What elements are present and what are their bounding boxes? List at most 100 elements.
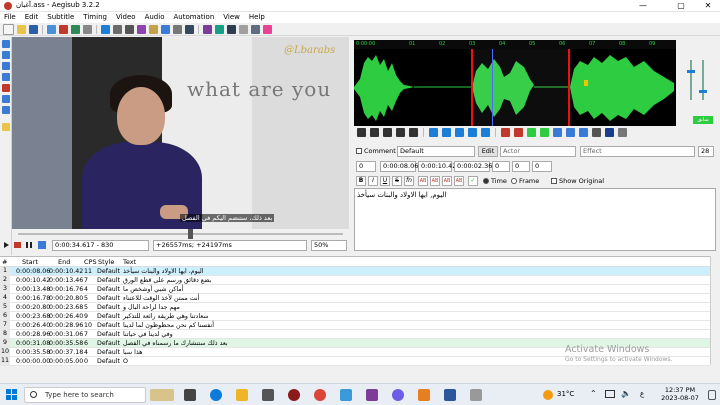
clip-tool-icon[interactable] — [2, 95, 10, 103]
audio-link-icon[interactable] — [618, 128, 627, 137]
table-row[interactable]: 6 0:00:23.68 0:00:26.40 9 Default سعادتنا وهي… — [0, 312, 710, 321]
taskbar-clock[interactable]: 12:37 PM 2023-08-07 — [660, 386, 700, 402]
find-icon[interactable] — [215, 24, 224, 34]
secondary-color-button[interactable]: AB — [430, 176, 440, 186]
duration-field[interactable]: 0:00:02.36 — [454, 161, 492, 172]
timing-postprocessor-icon[interactable] — [125, 24, 134, 34]
store-icon[interactable] — [262, 389, 274, 401]
file-explorer-icon[interactable] — [236, 389, 248, 401]
menu-edit[interactable]: Edit — [25, 12, 39, 23]
audio-next-icon[interactable] — [370, 128, 379, 137]
strikeout-button[interactable]: S — [392, 176, 402, 186]
video-editor-icon[interactable] — [366, 389, 378, 401]
notification-icon[interactable] — [708, 390, 716, 400]
kanji-timer-icon[interactable] — [137, 24, 146, 34]
volume-icon[interactable]: 🔈 — [621, 389, 631, 398]
audio-play-selection-icon[interactable] — [383, 128, 392, 137]
table-row[interactable]: 8 0:00:28.96 0:00:31.06 7 Default وفي لدينا ف… — [0, 330, 710, 339]
table-row[interactable]: 5 0:00:20.80 0:00:23.68 5 Default مهم جدا لرا… — [0, 303, 710, 312]
replace-icon[interactable] — [227, 24, 236, 34]
menu-view[interactable]: View — [223, 12, 240, 23]
margin-vertical-field[interactable]: 0 — [532, 161, 552, 172]
start-time-field[interactable]: 0:00:08.06 — [380, 161, 418, 172]
network-icon[interactable] — [605, 390, 615, 398]
selection-end-marker[interactable] — [568, 49, 570, 126]
edge-icon[interactable] — [210, 389, 222, 401]
word-icon[interactable] — [444, 389, 456, 401]
taskbar-weather-widget[interactable] — [150, 389, 174, 401]
menu-audio[interactable]: Audio — [145, 12, 165, 23]
standard-tool-icon[interactable] — [2, 40, 10, 48]
scale-tool-icon[interactable] — [2, 84, 10, 92]
chrome-icon[interactable] — [314, 389, 326, 401]
app-icon[interactable] — [470, 389, 482, 401]
vector-clip-icon[interactable] — [2, 106, 10, 114]
selection-start-marker[interactable] — [471, 49, 473, 126]
audio-autonext-icon[interactable] — [605, 128, 614, 137]
options-icon[interactable] — [251, 24, 260, 34]
minimize-button[interactable]: — — [632, 0, 654, 12]
actor-select[interactable]: Actor — [500, 146, 576, 157]
menu-subtitle[interactable]: Subtitle — [47, 12, 74, 23]
photos-icon[interactable] — [340, 389, 352, 401]
font-button[interactable]: fn — [404, 176, 414, 186]
effect-field[interactable]: Effect — [580, 146, 695, 157]
audio-play-begin-icon[interactable] — [455, 128, 464, 137]
comment-checkbox[interactable] — [356, 148, 362, 154]
layer-field[interactable]: 0 — [356, 161, 376, 172]
shift-times-icon[interactable] — [113, 24, 122, 34]
style-select[interactable]: Default — [397, 146, 475, 157]
margin-left-field[interactable]: 0 — [492, 161, 510, 172]
time-radio[interactable] — [483, 178, 489, 184]
margin-right-field[interactable]: 0 — [512, 161, 530, 172]
commit-check-icon[interactable]: ✓ — [468, 176, 478, 186]
audio-spectrum-icon[interactable] — [566, 128, 575, 137]
audio-lead-out-icon[interactable] — [514, 128, 523, 137]
help-icon[interactable] — [2, 123, 10, 131]
audio-volume-slider[interactable] — [702, 60, 704, 100]
attachments-icon[interactable] — [161, 24, 170, 34]
seek-thumb[interactable] — [188, 229, 193, 239]
zoom-select[interactable]: 50% — [311, 240, 347, 251]
menu-timing[interactable]: Timing — [83, 12, 107, 23]
tray-chevron-icon[interactable]: ⌃ — [590, 389, 597, 398]
menu-automation[interactable]: Automation — [173, 12, 214, 23]
open-audio-icon[interactable] — [71, 24, 80, 34]
menu-help[interactable]: Help — [249, 12, 265, 23]
audio-play-end-icon[interactable] — [468, 128, 477, 137]
pause-icon[interactable] — [26, 242, 32, 248]
italic-button[interactable]: I — [368, 176, 378, 186]
audio-commit-icon[interactable] — [527, 128, 536, 137]
move-tool-icon[interactable] — [2, 51, 10, 59]
audio-commit-button[interactable]: سابق — [693, 116, 713, 124]
audio-lead-in-icon[interactable] — [501, 128, 510, 137]
audio-zoom-slider[interactable] — [690, 60, 692, 100]
menu-video[interactable]: Video — [116, 12, 136, 23]
fonts-collector-icon[interactable] — [173, 24, 182, 34]
maximize-button[interactable]: ▢ — [670, 0, 692, 12]
end-time-field[interactable]: 0:00:10.42 — [418, 161, 456, 172]
bold-button[interactable]: B — [356, 176, 366, 186]
menu-file[interactable]: File — [4, 12, 16, 23]
play-icon[interactable] — [4, 242, 9, 248]
audio-play-after-icon[interactable] — [442, 128, 451, 137]
styles-manager-icon[interactable] — [149, 24, 158, 34]
audio-volume-knob[interactable] — [699, 90, 707, 93]
tag-cycle-icon[interactable] — [263, 24, 272, 34]
audio-stop-icon[interactable] — [409, 128, 418, 137]
underline-button[interactable]: U — [380, 176, 390, 186]
audio-autoscroll-icon[interactable] — [579, 128, 588, 137]
taskbar-search[interactable]: Type here to search — [24, 387, 146, 403]
rotate-xy-tool-icon[interactable] — [2, 73, 10, 81]
aegisub-taskbar-icon[interactable] — [288, 389, 300, 401]
table-row[interactable]: 2 0:00:10.42 0:00:13.46 7 Default بضع دقائق و… — [0, 276, 710, 285]
shadow-color-button[interactable]: AB — [454, 176, 464, 186]
open-video-icon[interactable] — [47, 24, 56, 34]
audio-play-to-end-icon[interactable] — [481, 128, 490, 137]
task-view-icon[interactable] — [184, 389, 196, 401]
audio-zoom-knob[interactable] — [687, 70, 695, 73]
save-icon[interactable] — [29, 24, 38, 34]
audio-autocommit-icon[interactable] — [592, 128, 601, 137]
resample-icon[interactable] — [185, 24, 194, 34]
subtitle-text-area[interactable]: اليوم, ايها الاولاد والبنات سيأخذ — [354, 188, 716, 251]
